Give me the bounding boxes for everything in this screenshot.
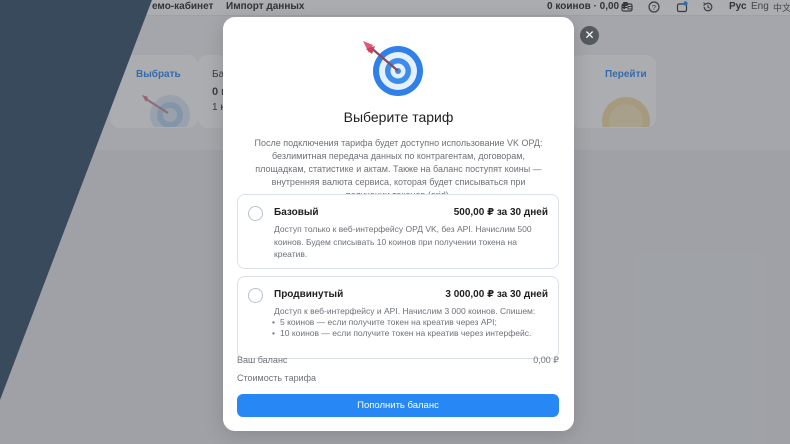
plan-basic[interactable]: Базовый 500,00 ₽ за 30 дней Доступ тольк… bbox=[237, 194, 559, 269]
plan-basic-price: 500,00 ₽ за 30 дней bbox=[453, 207, 548, 218]
plan-basic-description: Доступ только к веб-интерфейсу ОРД VK, б… bbox=[274, 224, 532, 259]
plan-advanced-radio[interactable] bbox=[248, 288, 263, 303]
tariff-cost-label: Стоимость тарифа bbox=[237, 373, 317, 383]
plan-advanced-bullets: 5 коинов — если получите токен на креати… bbox=[272, 317, 550, 339]
target-icon bbox=[363, 41, 423, 96]
modal-title: Выберите тариф bbox=[343, 109, 454, 125]
close-icon: ✕ bbox=[584, 28, 595, 42]
plan-basic-radio[interactable] bbox=[248, 206, 263, 221]
topup-balance-button[interactable]: Пополнить баланс bbox=[237, 394, 559, 417]
plan-advanced-bullet: 5 коинов — если получите токен на креати… bbox=[272, 317, 550, 328]
balance-label: Ваш баланс bbox=[237, 355, 288, 365]
plan-advanced-name: Продвинутый bbox=[274, 289, 344, 300]
modal-description: После подключения тарифа будет доступно … bbox=[254, 138, 543, 200]
plan-advanced-bullet: 10 коинов — если получите токен на креат… bbox=[272, 328, 550, 339]
tariff-modal: Выберите тариф После подключения тарифа … bbox=[223, 17, 574, 431]
plan-advanced[interactable]: Продвинутый 3 000,00 ₽ за 30 дней Доступ… bbox=[237, 276, 559, 359]
close-button[interactable]: ✕ bbox=[580, 26, 599, 45]
plan-advanced-description: Доступ к веб-интерфейсу и API. Начислим … bbox=[274, 306, 536, 316]
plan-advanced-price: 3 000,00 ₽ за 30 дней bbox=[445, 289, 548, 300]
plan-basic-name: Базовый bbox=[274, 207, 319, 218]
balance-value: 0,00 ₽ bbox=[533, 355, 559, 365]
